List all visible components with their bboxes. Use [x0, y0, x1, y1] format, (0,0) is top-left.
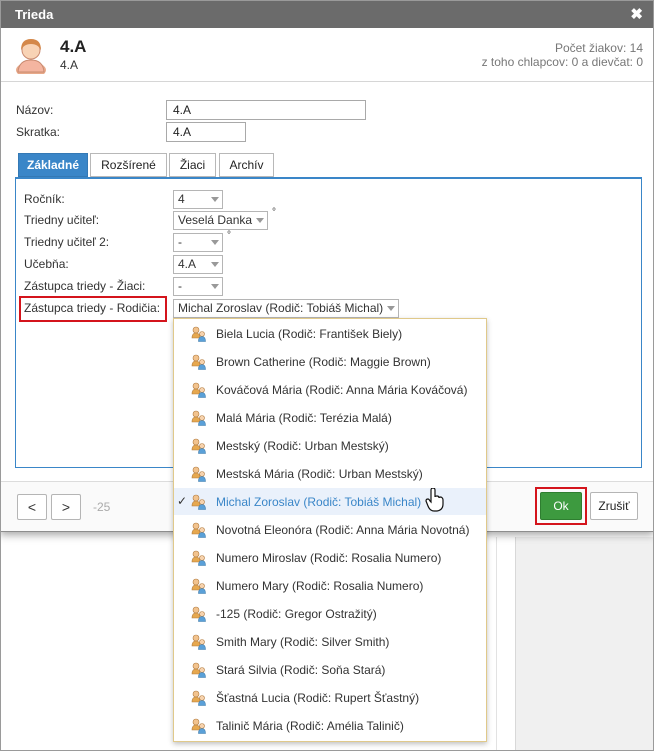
checkmark-icon: ✓ [177, 494, 188, 508]
parent-rep-label: Zástupca triedy - Rodičia: [24, 301, 161, 315]
dropdown-option[interactable]: Mestská Mária (Rodič: Urban Mestský) [174, 460, 486, 487]
parent-child-icon [191, 494, 206, 510]
dropdown-option[interactable]: Talinič Mária (Rodič: Amélia Talinič) [174, 712, 486, 739]
parent-child-icon [191, 662, 206, 678]
parent-child-icon [191, 690, 206, 706]
parent-child-icon [191, 718, 206, 734]
prev-button[interactable]: < [17, 494, 47, 520]
parent-child-icon [191, 438, 206, 454]
dropdown-option-label: Novotná Eleonóra (Rodič: Anna Mária Novo… [216, 523, 470, 537]
dialog-title: Trieda [15, 7, 54, 22]
student-rep-value: - [178, 279, 182, 293]
parent-rep-value: Michal Zoroslav (Rodič: Tobiáš Michal) [178, 301, 384, 315]
parent-child-icon [191, 410, 206, 426]
parent-child-icon [191, 606, 206, 622]
class-name: 4.A [60, 37, 87, 56]
teacher2-select[interactable]: - [173, 233, 223, 252]
dropdown-option[interactable]: Mestský (Rodič: Urban Mestský) [174, 432, 486, 459]
dropdown-option[interactable]: Novotná Eleonóra (Rodič: Anna Mária Novo… [174, 516, 486, 543]
chevron-down-icon [211, 284, 219, 289]
class-subtitle: 4.A [60, 58, 79, 72]
chevron-down-icon [211, 240, 219, 245]
chevron-down-icon [211, 197, 219, 202]
grade-label: Ročník: [24, 192, 65, 206]
dropdown-option-label: Brown Catherine (Rodič: Maggie Brown) [216, 355, 431, 369]
parent-child-icon [191, 382, 206, 398]
dropdown-option-label: Numero Miroslav (Rodič: Rosalia Numero) [216, 551, 442, 565]
ok-button[interactable]: Ok [540, 492, 582, 520]
background-panel [515, 537, 654, 751]
name-label: Názov: [16, 103, 54, 117]
dropdown-option[interactable]: -125 (Rodič: Gregor Ostražitý) [174, 600, 486, 627]
dropdown-option[interactable]: Biela Lucia (Rodič: František Biely) [174, 320, 486, 347]
grade-select[interactable]: 4 [173, 190, 223, 209]
dropdown-option[interactable]: Brown Catherine (Rodič: Maggie Brown) [174, 348, 486, 375]
dropdown-option-label: -125 (Rodič: Gregor Ostražitý) [216, 607, 377, 621]
close-icon[interactable]: ✖ [630, 5, 643, 23]
tab-extended[interactable]: Rozšírené [90, 153, 167, 177]
tab-students[interactable]: Žiaci [169, 153, 216, 177]
dropdown-option[interactable]: Malá Mária (Rodič: Terézia Malá) [174, 404, 486, 431]
teacher-select[interactable]: Veselá Danka [173, 211, 268, 230]
parent-child-icon [191, 550, 206, 566]
grade-value: 4 [178, 192, 185, 206]
students-count: Počet žiakov: 14 [554, 41, 643, 55]
parent-child-icon [191, 466, 206, 482]
dropdown-option-label: Smith Mary (Rodič: Silver Smith) [216, 635, 390, 649]
teacher-label: Triedny učiteľ: [24, 213, 100, 227]
short-label: Skratka: [16, 125, 61, 139]
hand-pointer-icon [425, 488, 444, 512]
dropdown-option[interactable]: Numero Mary (Rodič: Rosalia Numero) [174, 572, 486, 599]
teacher-value: Veselá Danka [178, 213, 253, 227]
dropdown-option-label: Malá Mária (Rodič: Terézia Malá) [216, 411, 392, 425]
chevron-down-icon [387, 306, 395, 311]
chevron-down-icon [256, 218, 264, 223]
dropdown-option-label: Talinič Mária (Rodič: Amélia Talinič) [216, 719, 404, 733]
record-counter: -25 [93, 500, 111, 514]
dropdown-option[interactable]: Smith Mary (Rodič: Silver Smith) [174, 628, 486, 655]
parent-child-icon [191, 634, 206, 650]
dropdown-option-label: Numero Mary (Rodič: Rosalia Numero) [216, 579, 424, 593]
class-header: 4.A 4.A Počet žiakov: 14 z toho chlapcov… [1, 28, 653, 82]
parent-rep-dropdown: Biela Lucia (Rodič: František Biely) Brow… [173, 318, 487, 742]
degree-mark: ° [272, 207, 276, 218]
name-field[interactable]: 4.A [166, 100, 366, 120]
degree-mark: ° [227, 230, 231, 241]
cancel-button[interactable]: Zrušiť [590, 492, 638, 520]
dialog-titlebar: Trieda ✖ [1, 1, 653, 28]
tab-archive[interactable]: Archív [219, 153, 274, 177]
parent-child-icon [191, 578, 206, 594]
room-select[interactable]: 4.A [173, 255, 223, 274]
dropdown-option-label: Šťastná Lucia (Rodič: Rupert Šťastný) [216, 691, 420, 705]
dropdown-option[interactable]: Kováčová Mária (Rodič: Anna Mária Kováčo… [174, 376, 486, 403]
dropdown-option-label: Mestský (Rodič: Urban Mestský) [216, 439, 389, 453]
parent-child-icon [191, 354, 206, 370]
parent-child-icon [191, 326, 206, 342]
tab-basic[interactable]: Základné [18, 153, 88, 177]
chevron-down-icon [211, 262, 219, 267]
room-label: Učebňa: [24, 257, 69, 271]
parent-child-icon [191, 522, 206, 538]
student-rep-label: Zástupca triedy - Žiaci: [24, 279, 146, 293]
dropdown-option[interactable]: Stará Silvia (Rodič: Soňa Stará) [174, 656, 486, 683]
dropdown-option-label: Biela Lucia (Rodič: František Biely) [216, 327, 403, 341]
student-avatar-icon [16, 39, 46, 74]
dropdown-option-label: Mestská Mária (Rodič: Urban Mestský) [216, 467, 423, 481]
dropdown-option-label: Michal Zoroslav (Rodič: Tobiáš Michal) [216, 495, 422, 509]
background-divider [496, 537, 497, 751]
class-stats: Počet žiakov: 14 z toho chlapcov: 0 a di… [482, 41, 643, 69]
gender-breakdown: z toho chlapcov: 0 a dievčat: 0 [481, 55, 643, 69]
dropdown-option-label: Kováčová Mária (Rodič: Anna Mária Kováčo… [216, 383, 468, 397]
next-button[interactable]: > [51, 494, 81, 520]
dropdown-option[interactable]: Šťastná Lucia (Rodič: Rupert Šťastný) [174, 684, 486, 711]
parent-rep-select[interactable]: Michal Zoroslav (Rodič: Tobiáš Michal) [173, 299, 399, 318]
dropdown-option[interactable]: Numero Miroslav (Rodič: Rosalia Numero) [174, 544, 486, 571]
room-value: 4.A [178, 257, 197, 271]
short-field[interactable]: 4.A [166, 122, 246, 142]
teacher2-label: Triedny učiteľ 2: [24, 235, 110, 249]
dropdown-option-label: Stará Silvia (Rodič: Soňa Stará) [216, 663, 386, 677]
student-rep-select[interactable]: - [173, 277, 223, 296]
teacher2-value: - [178, 235, 182, 249]
